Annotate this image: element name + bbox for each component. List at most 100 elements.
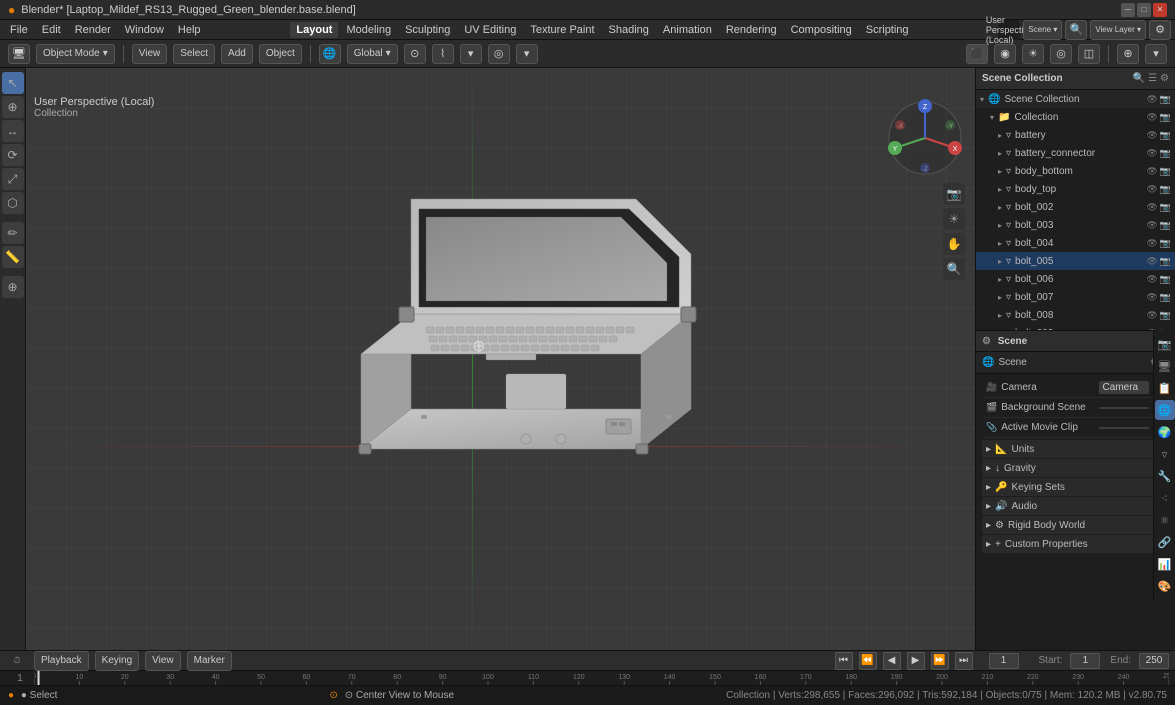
vis-render[interactable]: 📷	[1160, 112, 1171, 123]
expand-icon[interactable]: ▾	[980, 95, 984, 104]
timeline-end-frame[interactable]: 250	[1139, 653, 1169, 669]
close-button[interactable]: ✕	[1153, 3, 1167, 17]
menu-help[interactable]: Help	[172, 22, 207, 38]
ps-physics-icon[interactable]: ⚛	[1155, 510, 1175, 530]
prop-movie-clip-row[interactable]: 📎 Active Movie Clip 🔗	[982, 418, 1169, 438]
outliner-row-bolt005[interactable]: ▸ ▿ bolt_005 👁 📷	[976, 252, 1175, 270]
outliner-row-bolt007[interactable]: ▸ ▿ bolt_007 👁 📷	[976, 288, 1175, 306]
outliner-filter-icon[interactable]: ☰	[1148, 73, 1157, 84]
snap-toggle[interactable]: ⌇	[432, 44, 454, 64]
timeline-play-back-btn[interactable]: ◀	[883, 652, 901, 670]
outliner-row-body-bottom[interactable]: ▸ ▿ body_bottom 👁 📷	[976, 162, 1175, 180]
viewport-shading-solid[interactable]: ⬛	[966, 44, 988, 64]
properties-content[interactable]: 🎥 Camera Camera 🔗 🎬 Background Scene 🔗 📎…	[976, 374, 1175, 650]
object-mode-dropdown[interactable]: Object Mode ▾	[36, 44, 115, 64]
workspaces-scripting[interactable]: Scripting	[860, 22, 915, 38]
gizmo-dropdown[interactable]: ▾	[1145, 44, 1167, 64]
timeline-keying-btn[interactable]: Keying	[95, 651, 140, 671]
timeline-marker-btn[interactable]: Marker	[187, 651, 232, 671]
timeline-playback-btn[interactable]: Playback	[34, 651, 89, 671]
search-button[interactable]: 🔍	[1065, 20, 1087, 40]
bg-scene-value[interactable]	[1099, 407, 1149, 409]
tool-rotate[interactable]: ⟳	[2, 144, 24, 166]
viewport-zoom-icon[interactable]: 🔍	[943, 258, 965, 280]
timeline-jump-start-btn[interactable]: ⏮	[835, 652, 853, 670]
viewport-hand-icon[interactable]: ✋	[943, 233, 965, 255]
xray-toggle[interactable]: ◫	[1078, 44, 1100, 64]
timeline-current-frame[interactable]: 1	[989, 653, 1019, 669]
viewport-camera-icon[interactable]: 📷	[943, 183, 965, 205]
workspaces-modeling[interactable]: Modeling	[340, 22, 397, 38]
proportional-dropdown[interactable]: ▾	[516, 44, 538, 64]
add-menu[interactable]: Add	[221, 44, 253, 64]
timeline-type-icon[interactable]: ⏱	[6, 651, 28, 671]
timeline-next-frame-btn[interactable]: ⏩	[931, 652, 949, 670]
audio-section-header[interactable]: ▸ 🔊 Audio	[982, 497, 1169, 515]
menu-file[interactable]: File	[4, 22, 34, 38]
outliner-content[interactable]: ▾ 🌐 Scene Collection 👁 📷 ▾ 📁 Collection …	[976, 90, 1175, 330]
tool-scale[interactable]: ⤢	[2, 168, 24, 190]
outliner-row-scene-collection[interactable]: ▾ 🌐 Scene Collection 👁 📷	[976, 90, 1175, 108]
prop-bg-scene-row[interactable]: 🎬 Background Scene 🔗	[982, 398, 1169, 418]
ps-constraints-icon[interactable]: 🔗	[1155, 532, 1175, 552]
ps-material-icon[interactable]: 🎨	[1155, 576, 1175, 596]
gizmo-toggle[interactable]: ⊕	[1117, 44, 1139, 64]
ps-object-icon[interactable]: ▿	[1155, 444, 1175, 464]
timeline-prev-frame-btn[interactable]: ⏪	[859, 652, 877, 670]
menu-window[interactable]: Window	[119, 22, 170, 38]
outliner-row-battery-connector[interactable]: ▸ ▿ battery_connector 👁 📷	[976, 144, 1175, 162]
rigid-body-header[interactable]: ▸ ⚙ Rigid Body World	[982, 516, 1169, 534]
tool-cursor[interactable]: ⊕	[2, 96, 24, 118]
render-engine-dropdown[interactable]: Scene ▾	[1023, 20, 1062, 40]
tool-select[interactable]: ↖	[2, 72, 24, 94]
viewport-light-icon[interactable]: ☀	[943, 208, 965, 230]
workspaces-texture[interactable]: Texture Paint	[524, 22, 600, 38]
timeline-play-btn[interactable]: ▶	[907, 652, 925, 670]
object-menu[interactable]: Object	[259, 44, 302, 64]
ps-render-icon[interactable]: 📷	[1155, 334, 1175, 354]
tool-measure[interactable]: 📏	[2, 246, 24, 268]
custom-props-header[interactable]: ▸ + Custom Properties	[982, 535, 1169, 553]
scene-selector[interactable]: User Perspective (Local)	[998, 20, 1020, 40]
outliner-row-bolt008[interactable]: ▸ ▿ bolt_008 👁 📷	[976, 306, 1175, 324]
timeline-track[interactable]: 0 10 20 30 40 50 60 70 80	[34, 671, 1169, 685]
ps-data-icon[interactable]: 📊	[1155, 554, 1175, 574]
keying-sets-header[interactable]: ▸ 🔑 Keying Sets	[982, 478, 1169, 496]
outliner-search-icon[interactable]: 🔍	[1133, 73, 1145, 84]
ps-output-icon[interactable]: 🖥	[1155, 356, 1175, 376]
pivot-icon[interactable]: ⊙	[404, 44, 426, 64]
ps-world-icon[interactable]: 🌍	[1155, 422, 1175, 442]
tool-transform[interactable]: ⬡	[2, 192, 24, 214]
tool-annotate[interactable]: ✏	[2, 222, 24, 244]
outliner-row-battery[interactable]: ▸ ▿ battery 👁 📷	[976, 126, 1175, 144]
outliner-row-body-top[interactable]: ▸ ▿ body_top 👁 📷	[976, 180, 1175, 198]
vis-eye-icon[interactable]: 👁	[1146, 94, 1157, 105]
viewport-shading-material[interactable]: ◉	[994, 44, 1016, 64]
workspaces-animation[interactable]: Animation	[657, 22, 718, 38]
workspaces-shading[interactable]: Shading	[603, 22, 655, 38]
outliner-row-bolt003[interactable]: ▸ ▿ bolt_003 👁 📷	[976, 216, 1175, 234]
ps-modifier-icon[interactable]: 🔧	[1155, 466, 1175, 486]
overlay-toggle[interactable]: ◎	[1050, 44, 1072, 64]
filter-button[interactable]: ⚙	[1149, 20, 1171, 40]
menu-edit[interactable]: Edit	[36, 22, 67, 38]
timeline-view-btn[interactable]: View	[145, 651, 181, 671]
vis-eye[interactable]: 👁	[1146, 112, 1157, 123]
workspaces-compositing[interactable]: Compositing	[785, 22, 858, 38]
outliner-row-bolt002[interactable]: ▸ ▿ bolt_002 👁 📷	[976, 198, 1175, 216]
workspaces-uv[interactable]: UV Editing	[458, 22, 522, 38]
transform-dropdown[interactable]: Global ▾	[347, 44, 398, 64]
menu-render[interactable]: Render	[69, 22, 117, 38]
expand-icon[interactable]: ▾	[990, 113, 994, 122]
workspaces-rendering[interactable]: Rendering	[720, 22, 783, 38]
outliner-row-bolt004[interactable]: ▸ ▿ bolt_004 👁 📷	[976, 234, 1175, 252]
snap-dropdown[interactable]: ▾	[460, 44, 482, 64]
select-menu[interactable]: Select	[173, 44, 215, 64]
ps-particles-icon[interactable]: ⁖	[1155, 488, 1175, 508]
timeline-content[interactable]: 1 0 10 20 30 40 50	[0, 671, 1175, 685]
ps-view-layer-icon[interactable]: 📋	[1155, 378, 1175, 398]
workspaces-sculpting[interactable]: Sculpting	[399, 22, 456, 38]
tool-move[interactable]: ↔	[2, 120, 24, 142]
outliner-options-icon[interactable]: ⚙	[1160, 73, 1169, 84]
workspaces-layout[interactable]: Layout	[290, 22, 338, 38]
